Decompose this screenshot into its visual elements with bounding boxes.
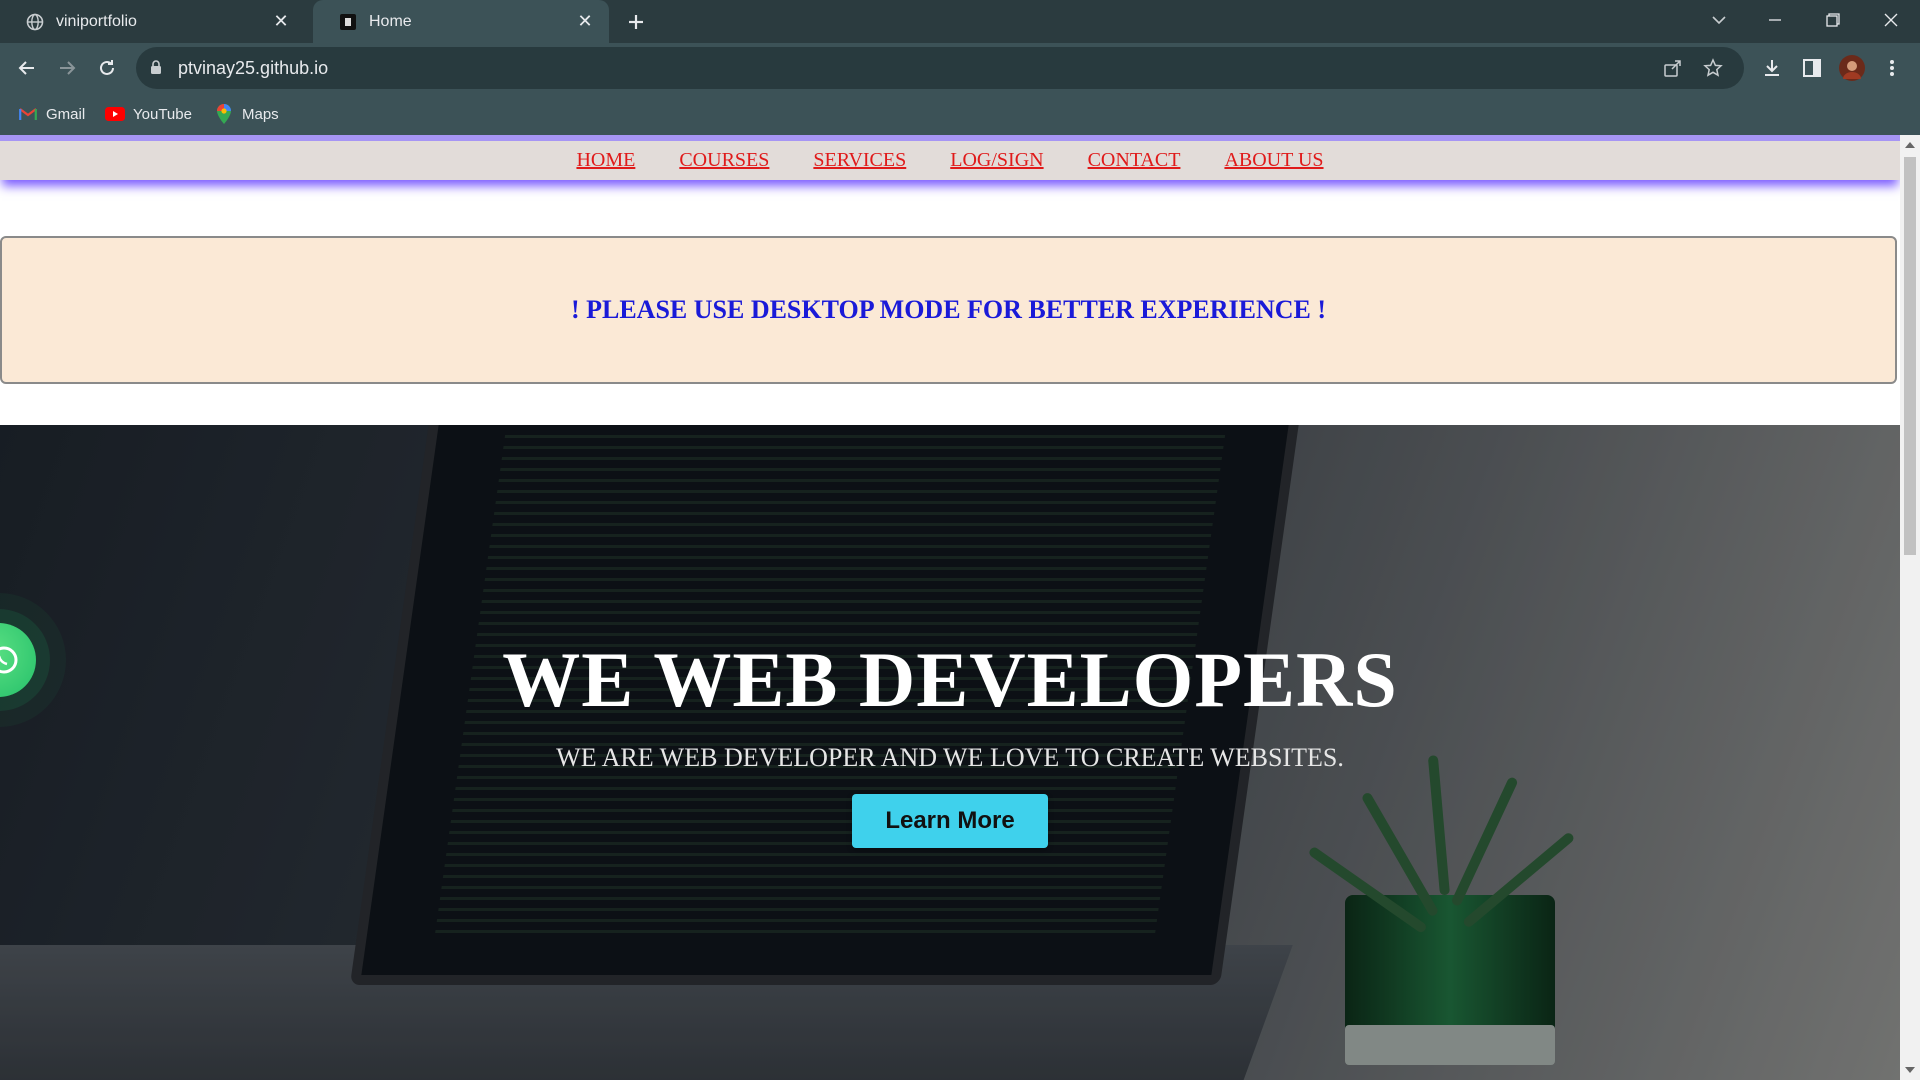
page-scrollbar[interactable] — [1900, 135, 1920, 1080]
reload-icon[interactable] — [92, 53, 122, 83]
scroll-down-arrow-icon[interactable] — [1900, 1062, 1920, 1078]
tab-title: viniportfolio — [56, 12, 137, 30]
close-window-icon[interactable] — [1868, 0, 1914, 40]
forward-icon[interactable] — [52, 53, 82, 83]
page-viewport: HOME COURSES SERVICES LOG/SIGN CONTACT A… — [0, 135, 1900, 1080]
bookmarks-bar: Gmail YouTube Maps — [0, 93, 1920, 135]
tab-home[interactable]: Home ✕ — [313, 0, 609, 43]
bookmark-maps[interactable]: Maps — [214, 101, 279, 127]
nav-contact[interactable]: CONTACT — [1088, 149, 1181, 172]
tab-strip: viniportfolio ✕ Home ✕ — [0, 0, 1920, 43]
address-bar[interactable]: ptvinay25.github.io — [136, 47, 1744, 89]
bookmark-label: YouTube — [133, 105, 192, 123]
download-icon[interactable] — [1757, 53, 1787, 83]
youtube-icon — [105, 104, 125, 124]
nav-home[interactable]: HOME — [576, 149, 635, 172]
tab-search-chevron-icon[interactable] — [1696, 0, 1742, 40]
tab-title: Home — [369, 12, 412, 30]
bookmark-gmail[interactable]: Gmail — [18, 101, 85, 127]
back-icon[interactable] — [12, 53, 42, 83]
desktop-mode-notice: ! PLEASE USE DESKTOP MODE FOR BETTER EXP… — [0, 236, 1897, 384]
url-text: ptvinay25.github.io — [178, 58, 329, 78]
nav-courses[interactable]: COURSES — [679, 149, 769, 172]
hero-section: WE WEB DEVELOPERS WE ARE WEB DEVELOPER A… — [0, 425, 1900, 1080]
nav-services[interactable]: SERVICES — [813, 149, 906, 172]
notice-text: ! PLEASE USE DESKTOP MODE FOR BETTER EXP… — [570, 295, 1327, 324]
hero-subtitle: WE ARE WEB DEVELOPER AND WE LOVE TO CREA… — [556, 743, 1344, 772]
scrollbar-thumb[interactable] — [1904, 157, 1916, 555]
restore-icon[interactable] — [1810, 0, 1856, 40]
maps-icon — [214, 104, 234, 124]
whatsapp-float-icon[interactable] — [0, 623, 36, 697]
side-panel-icon[interactable] — [1797, 53, 1827, 83]
tab-viniportfolio[interactable]: viniportfolio ✕ — [0, 0, 305, 43]
minimize-icon[interactable] — [1752, 0, 1798, 40]
bookmark-label: Maps — [242, 105, 279, 123]
close-tab-icon[interactable]: ✕ — [271, 11, 291, 32]
bookmark-label: Gmail — [46, 105, 86, 123]
hero-title: WE WEB DEVELOPERS — [502, 636, 1398, 723]
nav-log-sign[interactable]: LOG/SIGN — [950, 149, 1043, 172]
gmail-icon — [18, 104, 38, 124]
bookmark-youtube[interactable]: YouTube — [105, 101, 192, 127]
scroll-up-arrow-icon[interactable] — [1900, 137, 1920, 153]
bookmark-star-icon[interactable] — [1702, 57, 1724, 79]
share-icon[interactable] — [1662, 57, 1684, 79]
close-tab-icon[interactable]: ✕ — [575, 11, 595, 32]
profile-avatar[interactable] — [1837, 53, 1867, 83]
menu-kebab-icon[interactable] — [1877, 53, 1907, 83]
site-navbar: HOME COURSES SERVICES LOG/SIGN CONTACT A… — [0, 135, 1900, 180]
site-favicon-icon — [339, 13, 357, 31]
lock-icon — [150, 60, 162, 80]
new-tab-icon[interactable] — [622, 8, 650, 36]
learn-more-button[interactable]: Learn More — [852, 794, 1048, 848]
globe-icon — [26, 13, 44, 31]
nav-about-us[interactable]: ABOUT US — [1224, 149, 1323, 172]
browser-toolbar: ptvinay25.github.io — [0, 43, 1920, 93]
